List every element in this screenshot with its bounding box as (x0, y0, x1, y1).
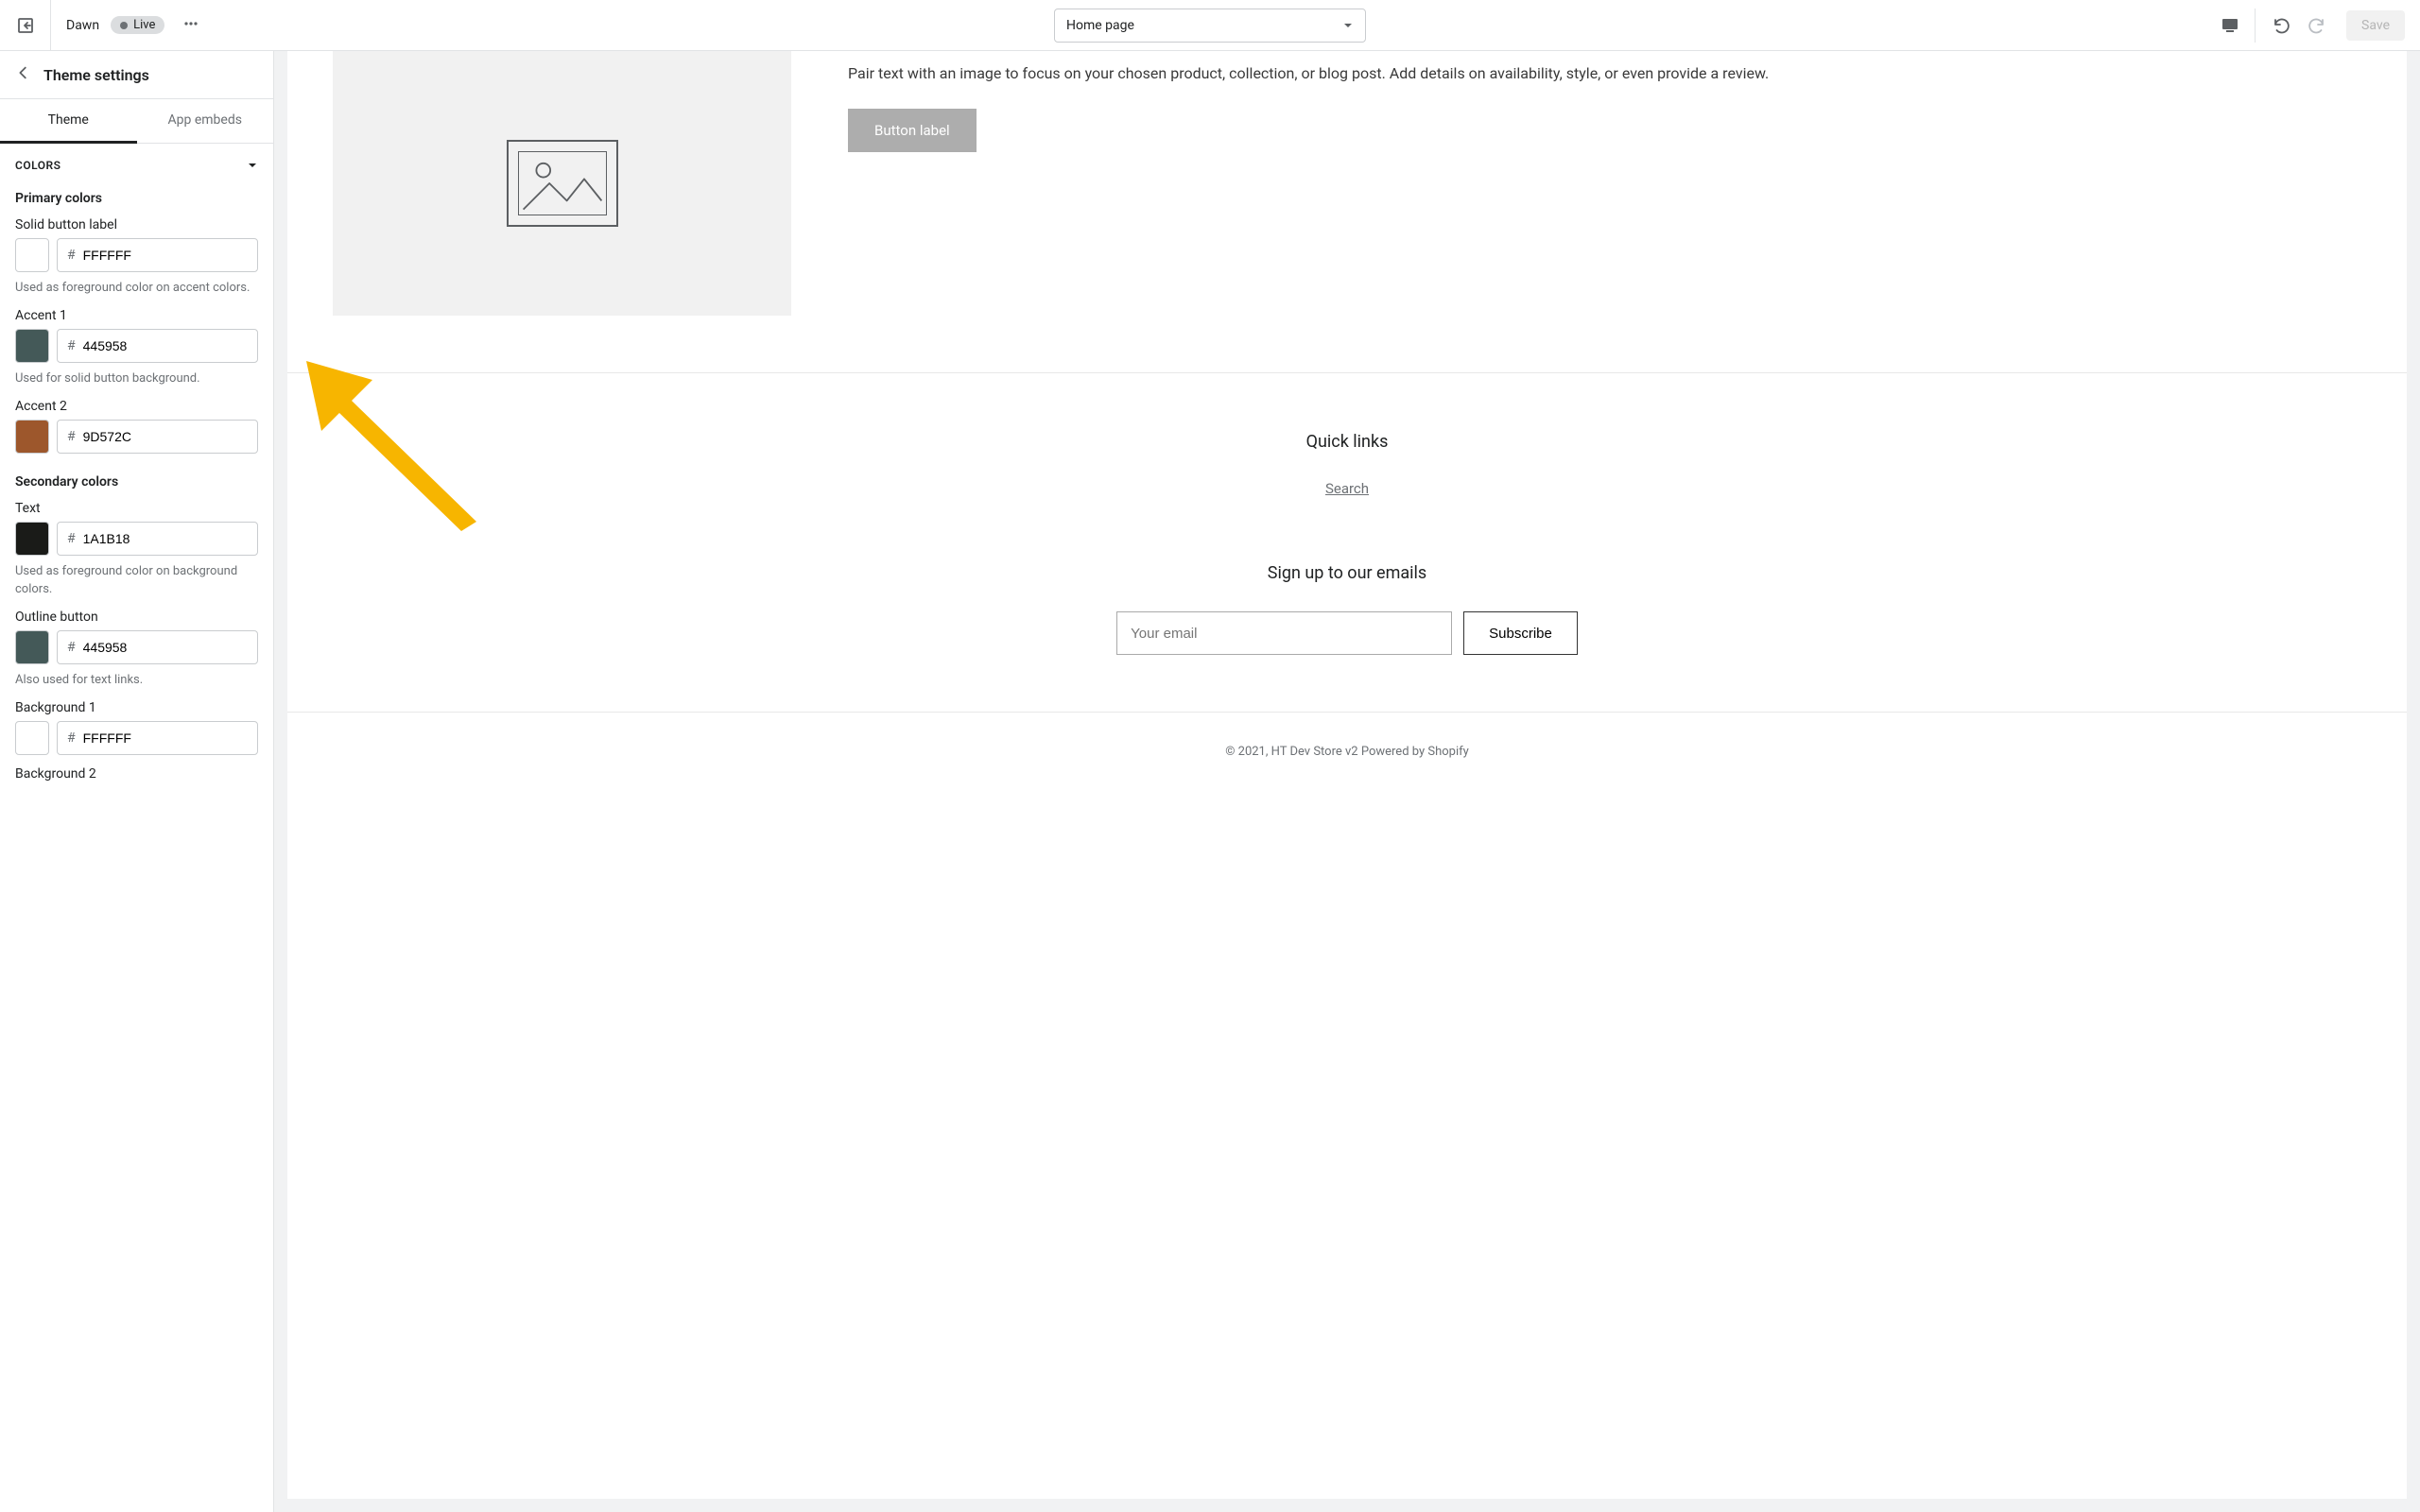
accent-2-input[interactable] (83, 429, 248, 444)
main-layout: Theme settings Theme App embeds Colors P… (0, 51, 2420, 1512)
accent-2-input-wrap: # (57, 420, 258, 454)
accent-1-input[interactable] (83, 338, 248, 353)
undo-icon (2271, 16, 2290, 35)
save-button[interactable]: Save (2346, 10, 2405, 41)
quick-link-search[interactable]: Search (1325, 480, 1369, 497)
newsletter-form: Subscribe (287, 611, 2407, 655)
section-header-colors[interactable]: Colors (0, 144, 273, 183)
background-1-label: Background 1 (15, 700, 258, 715)
hash-icon: # (67, 429, 76, 444)
divider (2255, 9, 2256, 43)
background-1-input-wrap: # (57, 721, 258, 755)
image-with-text-section: Image with text Pair text with an image … (287, 51, 2407, 372)
status-badge: Live (111, 16, 164, 34)
outline-button-input[interactable] (83, 640, 248, 655)
preview-area: Image with text Pair text with an image … (274, 51, 2420, 1512)
top-bar: Dawn Live Home page Save (0, 0, 2420, 51)
quick-links-title: Quick links (287, 432, 2407, 452)
outline-button-input-wrap: # (57, 630, 258, 664)
theme-name: Dawn (66, 18, 99, 33)
newsletter-subscribe-button[interactable]: Subscribe (1463, 611, 1578, 655)
newsletter-title: Sign up to our emails (287, 563, 2407, 583)
more-horizontal-icon (182, 14, 200, 33)
undo-button[interactable] (2261, 9, 2299, 43)
text-color-input[interactable] (83, 531, 248, 546)
status-badge-label: Live (133, 18, 155, 32)
secondary-colors-heading: Secondary colors (15, 474, 258, 490)
accent-2-label: Accent 2 (15, 399, 258, 414)
caret-down-icon (1342, 20, 1354, 31)
hash-icon: # (67, 338, 76, 353)
hash-icon: # (67, 730, 76, 746)
redo-button[interactable] (2299, 9, 2337, 43)
hash-icon: # (67, 531, 76, 546)
desktop-icon (2221, 16, 2239, 35)
solid-button-label-label: Solid button label (15, 217, 258, 232)
chevron-left-icon (15, 64, 32, 81)
hero-text: Image with text Pair text with an image … (848, 51, 2361, 152)
viewport-desktop-button[interactable] (2211, 9, 2249, 43)
section-header-label: Colors (15, 159, 60, 172)
hero-button[interactable]: Button label (848, 109, 977, 152)
more-button[interactable] (182, 14, 200, 37)
solid-button-label-row: # (15, 238, 258, 272)
background-2-label: Background 2 (15, 766, 258, 782)
solid-button-label-help: Used as foreground color on accent color… (15, 280, 258, 297)
hero-description: Pair text with an image to focus on your… (848, 60, 2361, 86)
outline-button-swatch[interactable] (15, 630, 49, 664)
settings-sidebar: Theme settings Theme App embeds Colors P… (0, 51, 274, 1512)
hash-icon: # (67, 640, 76, 655)
sidebar-tabs: Theme App embeds (0, 99, 273, 144)
accent-1-row: # (15, 329, 258, 363)
outline-button-help: Also used for text links. (15, 672, 258, 689)
text-color-help: Used as foreground color on background c… (15, 563, 258, 597)
redo-icon (2308, 16, 2327, 35)
tab-app-embeds[interactable]: App embeds (137, 99, 274, 143)
preview-canvas: Image with text Pair text with an image … (287, 51, 2407, 1499)
exit-button[interactable] (0, 0, 51, 50)
text-color-row: # (15, 522, 258, 556)
page-selector-label: Home page (1066, 18, 1134, 33)
accent-1-label: Accent 1 (15, 308, 258, 323)
hash-icon: # (67, 248, 76, 263)
accent-1-swatch[interactable] (15, 329, 49, 363)
status-dot-icon (120, 22, 128, 29)
colors-panel: Primary colors Solid button label # Used… (0, 191, 273, 800)
text-color-input-wrap: # (57, 522, 258, 556)
primary-colors-heading: Primary colors (15, 191, 258, 206)
solid-button-label-input-wrap: # (57, 238, 258, 272)
accent-2-swatch[interactable] (15, 420, 49, 454)
text-color-label: Text (15, 501, 258, 516)
background-1-input[interactable] (83, 730, 248, 746)
solid-button-label-input[interactable] (83, 248, 248, 263)
sidebar-title: Theme settings (43, 66, 149, 84)
sidebar-header: Theme settings (0, 51, 273, 99)
page-selector[interactable]: Home page (1054, 9, 1366, 43)
quick-links-section: Quick links Search (287, 373, 2407, 535)
outline-button-label: Outline button (15, 610, 258, 625)
accent-1-help: Used for solid button background. (15, 370, 258, 387)
image-placeholder-icon (507, 140, 618, 227)
accent-1-input-wrap: # (57, 329, 258, 363)
exit-icon (16, 16, 35, 35)
newsletter-section: Sign up to our emails Subscribe (287, 535, 2407, 712)
text-color-swatch[interactable] (15, 522, 49, 556)
outline-button-row: # (15, 630, 258, 664)
background-1-row: # (15, 721, 258, 755)
background-1-swatch[interactable] (15, 721, 49, 755)
tab-theme[interactable]: Theme (0, 99, 137, 144)
back-button[interactable] (15, 64, 32, 85)
caret-down-icon (247, 160, 258, 171)
top-bar-left: Dawn Live (0, 0, 200, 50)
newsletter-email-input[interactable] (1116, 611, 1452, 655)
footer-copyright: © 2021, HT Dev Store v2 Powered by Shopi… (287, 712, 2407, 791)
solid-button-label-swatch[interactable] (15, 238, 49, 272)
top-bar-center: Home page (1054, 9, 1366, 43)
accent-2-row: # (15, 420, 258, 454)
top-bar-right: Save (2211, 9, 2405, 43)
hero-image-placeholder[interactable] (333, 51, 791, 316)
